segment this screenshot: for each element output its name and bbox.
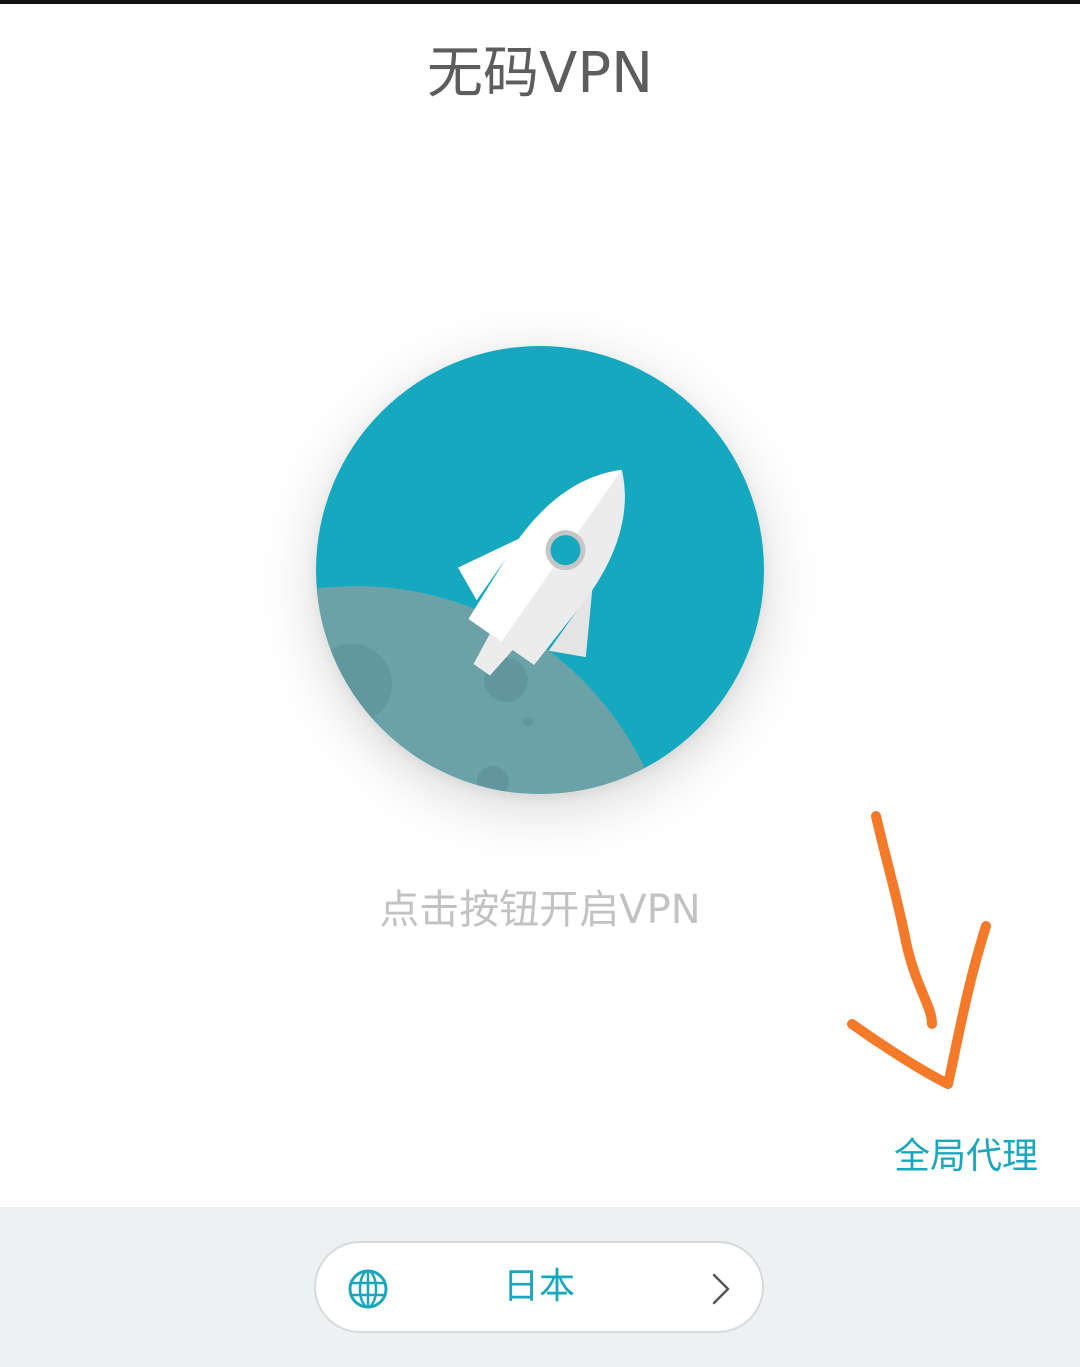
rocket-icon	[316, 346, 764, 794]
app-title: 无码VPN	[427, 41, 653, 106]
server-selector[interactable]: 日本	[314, 1241, 764, 1333]
server-name: 日本	[502, 1266, 575, 1307]
top-border	[0, 0, 1080, 4]
connect-hint-text: 点击按钮开启VPN	[379, 887, 701, 933]
chevron-right-icon	[712, 1273, 730, 1305]
proxy-mode-link[interactable]: 全局代理	[894, 1132, 1038, 1182]
connect-vpn-button[interactable]	[316, 346, 764, 794]
